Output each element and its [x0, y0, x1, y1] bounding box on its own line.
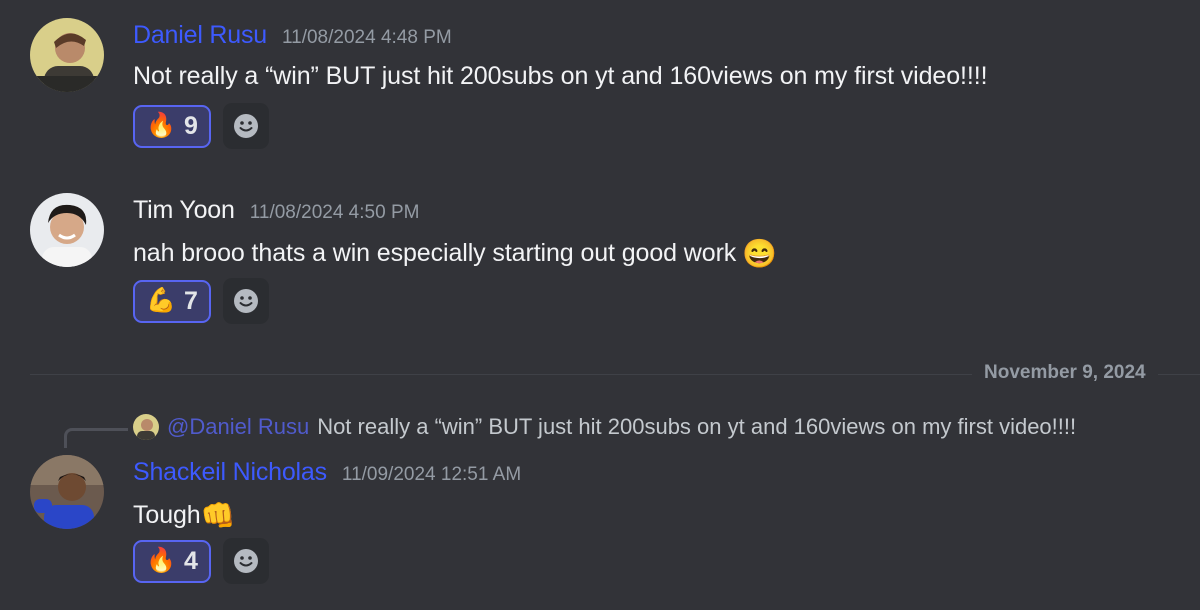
- message-text: nah brooo thats a win especially startin…: [133, 239, 737, 267]
- smiley-icon: [234, 289, 258, 313]
- fire-icon: 🔥: [146, 112, 176, 139]
- reaction-fire[interactable]: 🔥 4: [133, 539, 211, 583]
- reply-mention[interactable]: @Daniel Rusu: [167, 414, 309, 440]
- reaction-flexed-biceps[interactable]: 💪 7: [133, 279, 211, 323]
- username[interactable]: Shackeil Nicholas: [133, 458, 327, 487]
- timestamp: 11/08/2024 4:48 PM: [281, 27, 452, 48]
- date-divider-label: November 9, 2024: [972, 362, 1158, 384]
- reply-avatar: [133, 414, 159, 440]
- add-reaction-button[interactable]: [223, 103, 269, 149]
- reaction-fire[interactable]: 🔥 9: [133, 104, 211, 148]
- timestamp: 11/09/2024 12:51 AM: [341, 464, 522, 485]
- reply-preview[interactable]: @Daniel Rusu Not really a “win” BUT just…: [133, 414, 1076, 440]
- reaction-count: 7: [183, 286, 198, 315]
- grinning-face-icon: 😄: [742, 238, 777, 269]
- fire-icon: 🔥: [146, 547, 176, 574]
- avatar[interactable]: [30, 455, 104, 529]
- message-text: Tough: [133, 501, 201, 529]
- reaction-count: 4: [183, 546, 198, 575]
- flexed-biceps-icon: 💪: [146, 287, 176, 314]
- smiley-icon: [234, 114, 258, 138]
- oncoming-fist-icon: 👊: [200, 500, 236, 531]
- reply-text: Not really a “win” BUT just hit 200subs …: [317, 414, 1077, 439]
- avatar[interactable]: [30, 193, 104, 267]
- reply-connector: [64, 428, 128, 448]
- username[interactable]: Daniel Rusu: [133, 21, 267, 50]
- add-reaction-button[interactable]: [223, 538, 269, 584]
- add-reaction-button[interactable]: [223, 278, 269, 324]
- username[interactable]: Tim Yoon: [133, 196, 235, 225]
- smiley-icon: [234, 549, 258, 573]
- avatar[interactable]: [30, 18, 104, 92]
- timestamp: 11/08/2024 4:50 PM: [249, 202, 420, 223]
- reaction-count: 9: [183, 111, 198, 140]
- message-text: Not really a “win” BUT just hit 200subs …: [133, 62, 988, 90]
